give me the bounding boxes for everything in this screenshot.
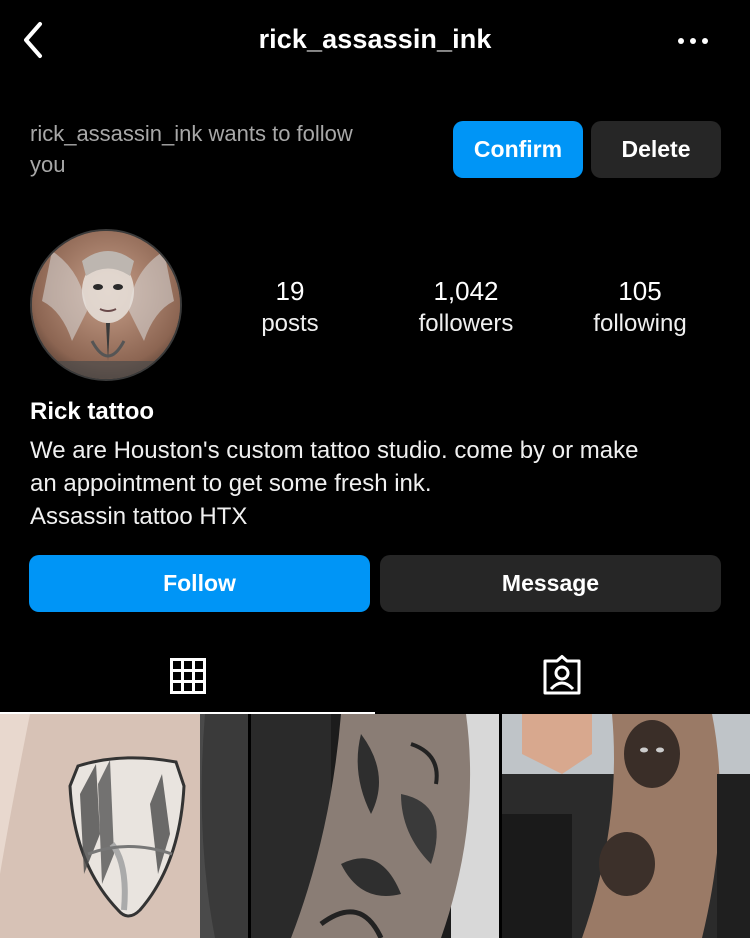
delete-button[interactable]: Delete (591, 121, 721, 178)
bio-line: an appointment to get some fresh ink. (30, 470, 432, 497)
followers-stat[interactable]: 1,042 followers (386, 274, 546, 340)
page-title: rick_assassin_ink (258, 24, 492, 54)
post-thumbnail[interactable] (251, 714, 499, 938)
tab-tagged[interactable] (375, 640, 750, 714)
post-image (0, 714, 248, 938)
bio-line: Assassin tattoo HTX (30, 503, 248, 530)
confirm-button[interactable]: Confirm (453, 121, 583, 178)
following-count: 105 (618, 276, 662, 306)
followers-label: followers (418, 310, 514, 337)
avatar-image (32, 231, 180, 379)
more-options-button[interactable] (674, 26, 714, 56)
followers-count: 1,042 (433, 276, 499, 306)
follow-button[interactable]: Follow (29, 555, 370, 612)
tab-posts-grid[interactable] (0, 640, 375, 714)
post-image (251, 714, 499, 938)
post-thumbnail[interactable] (0, 714, 248, 938)
follow-request-text: rick_assassin_ink wants to follow you (30, 121, 353, 177)
post-thumbnail[interactable] (502, 714, 750, 938)
profile-screen: rick_assassin_ink rick_assassin_ink want… (0, 0, 750, 938)
posts-count: 19 (275, 276, 305, 306)
profile-bio: We are Houston's custom tattoo studio. c… (30, 434, 730, 533)
post-image (502, 714, 750, 938)
message-button[interactable]: Message (380, 555, 721, 612)
top-bar: rick_assassin_ink (0, 0, 750, 84)
posts-label: posts (261, 310, 319, 337)
posts-stat[interactable]: 19 posts (210, 274, 370, 340)
avatar[interactable] (30, 229, 182, 381)
following-stat[interactable]: 105 following (560, 274, 720, 340)
profile-name: Rick tattoo (30, 398, 155, 425)
tagged-person-icon (543, 655, 581, 695)
bio-line: We are Houston's custom tattoo studio. c… (30, 437, 639, 464)
more-horizontal-icon (678, 38, 708, 44)
grid-icon (170, 658, 206, 694)
following-label: following (593, 310, 687, 337)
